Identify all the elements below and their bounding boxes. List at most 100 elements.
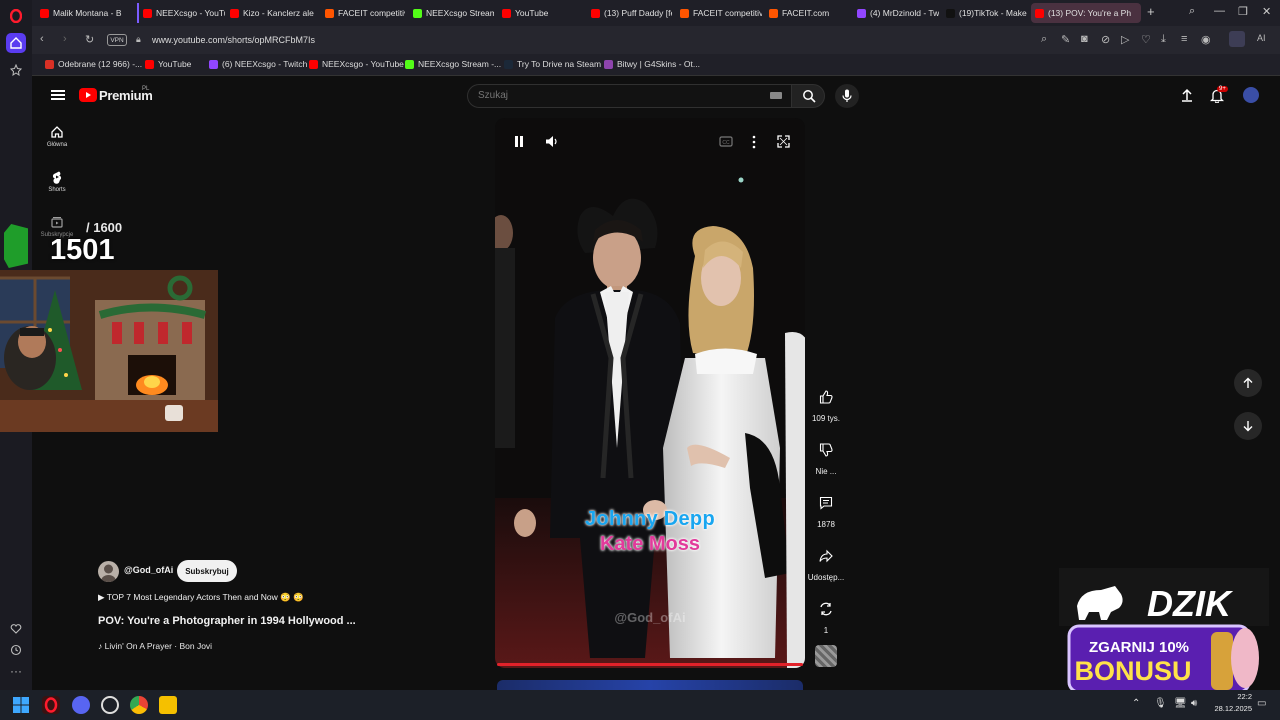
browser-tab[interactable]: FACEIT.com	[765, 3, 849, 23]
extensions-icon[interactable]	[1229, 31, 1245, 47]
tab-search-icon[interactable]: ⌕	[1189, 5, 1195, 18]
sound-thumbnail[interactable]	[815, 645, 837, 667]
chrome-taskbar-icon[interactable]	[130, 696, 148, 714]
fullscreen-icon[interactable]	[777, 135, 790, 148]
voice-search-button[interactable]	[835, 84, 859, 108]
browser-tab[interactable]: FACEIT competitive	[676, 3, 762, 23]
playlist-link[interactable]: ▶ TOP 7 Most Legendary Actors Then and N…	[98, 592, 304, 603]
volume-icon[interactable]	[545, 135, 559, 148]
guide-item-shorts[interactable]: Shorts	[40, 170, 74, 193]
heart-icon[interactable]	[6, 619, 26, 639]
dislike-button[interactable]: Nie ...	[806, 437, 846, 476]
notification-center-icon[interactable]: ▭	[1257, 698, 1266, 709]
short-title[interactable]: POV: You're a Photographer in 1994 Holly…	[98, 615, 356, 627]
menu-lines-icon[interactable]: ≡	[1181, 33, 1187, 45]
clock-date[interactable]: 28.12.2025	[1204, 704, 1252, 713]
minimize-button[interactable]: —	[1214, 5, 1225, 17]
new-tab-button[interactable]: +	[1147, 4, 1155, 19]
tab-label: (19)TikTok - Make Y	[959, 8, 1028, 18]
browser-tab[interactable]: Kizo - Kanclerz ale	[226, 3, 314, 23]
keyboard-icon[interactable]	[770, 92, 782, 99]
bookmark-item[interactable]: Odebrane (12 966) -...	[45, 59, 142, 69]
browser-tab[interactable]: YouTube	[498, 3, 582, 23]
windows-start-icon[interactable]	[12, 696, 30, 714]
vpn-badge[interactable]: VPN	[107, 34, 127, 46]
guide-item-home[interactable]: Główna	[40, 125, 74, 148]
edit-icon[interactable]: ✎	[1061, 33, 1070, 46]
create-upload-icon[interactable]	[1180, 88, 1194, 102]
lock-icon[interactable]: 🔒︎	[136, 34, 141, 45]
history-icon[interactable]	[6, 640, 26, 660]
search-button[interactable]	[791, 84, 825, 108]
bookmark-item[interactable]: Bitwy | G4Skins - Ot...	[604, 59, 700, 69]
pinboard-icon[interactable]	[6, 60, 26, 80]
tray-chevron-icon[interactable]: ⌃	[1132, 698, 1140, 709]
maximize-button[interactable]: ❐	[1238, 5, 1248, 18]
forward-icon[interactable]: ›	[63, 33, 67, 45]
next-short-button[interactable]	[1234, 412, 1262, 440]
tray-volume-icon[interactable]: 🔊︎	[1191, 698, 1197, 709]
guide-label: Shorts	[48, 187, 66, 193]
account-avatar[interactable]	[1243, 87, 1259, 103]
browser-tab[interactable]: NEEXcsgo - YouTub	[137, 3, 225, 23]
tray-mic-icon[interactable]: 🎙︎	[1154, 698, 1167, 709]
hamburger-menu-icon[interactable]	[51, 88, 65, 102]
music-note-icon: ♪	[98, 641, 105, 651]
thumbs-down-icon	[819, 443, 833, 457]
browser-tab-active[interactable]: (13) POV: You're a Ph	[1031, 3, 1141, 23]
remix-button[interactable]: 1	[806, 596, 846, 635]
adblock-icon[interactable]: ⊘	[1101, 33, 1110, 46]
bookmark-item[interactable]: NEEXcsgo - YouTube	[309, 59, 404, 69]
search-input[interactable]	[478, 90, 758, 101]
back-icon[interactable]: ‹	[40, 33, 44, 45]
aria-ai-icon[interactable]: AI	[1257, 33, 1266, 43]
bookmark-item[interactable]: (6) NEEXcsgo - Twitch	[209, 59, 307, 69]
close-window-button[interactable]: ✕	[1262, 5, 1271, 18]
clock-time[interactable]: 22:2	[1212, 692, 1252, 701]
music-link[interactable]: ♪ Livin' On A Prayer · Bon Jovi	[98, 641, 212, 651]
bookmark-item[interactable]: YouTube	[145, 59, 191, 69]
obs-taskbar-icon[interactable]	[101, 696, 119, 714]
browser-tab[interactable]: (13) Puff Daddy [fe	[587, 3, 672, 23]
share-button[interactable]: Udostęp...	[806, 543, 846, 582]
browser-tab[interactable]: (4) MrDzinold - Tw	[853, 3, 939, 23]
bookmark-heart-icon[interactable]: ♡	[1141, 33, 1151, 46]
play-icon: ▶	[98, 592, 107, 602]
previous-short-button[interactable]	[1234, 369, 1262, 397]
bookmark-item[interactable]: NEEXcsgo Stream -...	[405, 59, 501, 69]
tray-network-icon[interactable]: 🖥︎	[1174, 698, 1187, 709]
channel-handle[interactable]: @God_ofAi	[124, 565, 173, 575]
url-field[interactable]: www.youtube.com/shorts/opMRCFbM7Is	[152, 35, 315, 45]
home-sidebar-icon[interactable]	[6, 33, 26, 53]
reload-icon[interactable]: ↻	[85, 33, 94, 46]
pause-icon[interactable]	[513, 135, 525, 148]
subscribe-button[interactable]: Subskrybuj	[177, 560, 237, 582]
next-short-preview[interactable]	[497, 680, 803, 690]
more-icon[interactable]: ···	[6, 661, 26, 681]
browser-tab[interactable]: Malik Montana - Bi	[36, 3, 122, 23]
video-caption-name-1: Johnny Depp	[585, 508, 715, 530]
browser-tab[interactable]: FACEIT competitive	[321, 3, 405, 23]
more-options-icon[interactable]	[751, 135, 757, 149]
opera-taskbar-icon[interactable]	[42, 696, 60, 714]
app-taskbar-icon[interactable]	[159, 696, 177, 714]
browser-tab[interactable]: NEEXcsgo Stream -	[409, 3, 494, 23]
channel-avatar[interactable]	[98, 561, 119, 582]
player-icon[interactable]: ▷	[1121, 33, 1129, 46]
bookmark-item[interactable]: Try To Drive na Steam	[504, 59, 601, 69]
captions-icon[interactable]: CC	[719, 136, 733, 147]
discord-taskbar-icon[interactable]	[72, 696, 90, 714]
video-progress-bar[interactable]	[497, 663, 803, 666]
account-icon[interactable]: ◉	[1201, 33, 1211, 46]
camera-icon[interactable]: ◙	[1081, 33, 1088, 45]
tab-label: (13) Puff Daddy [fe	[604, 8, 672, 18]
opera-logo-icon[interactable]	[6, 6, 26, 26]
search-page-icon[interactable]: ⌕	[1041, 33, 1047, 46]
bookmark-label: (6) NEEXcsgo - Twitch	[222, 59, 308, 69]
download-icon[interactable]: ⤓	[1161, 33, 1166, 46]
comments-button[interactable]: 1878	[806, 490, 846, 529]
like-button[interactable]: 109 tys.	[806, 384, 846, 423]
short-video-player[interactable]	[495, 118, 805, 668]
browser-tab[interactable]: (19)TikTok - Make Y	[942, 3, 1028, 23]
youtube-logo-icon[interactable]	[79, 88, 97, 102]
